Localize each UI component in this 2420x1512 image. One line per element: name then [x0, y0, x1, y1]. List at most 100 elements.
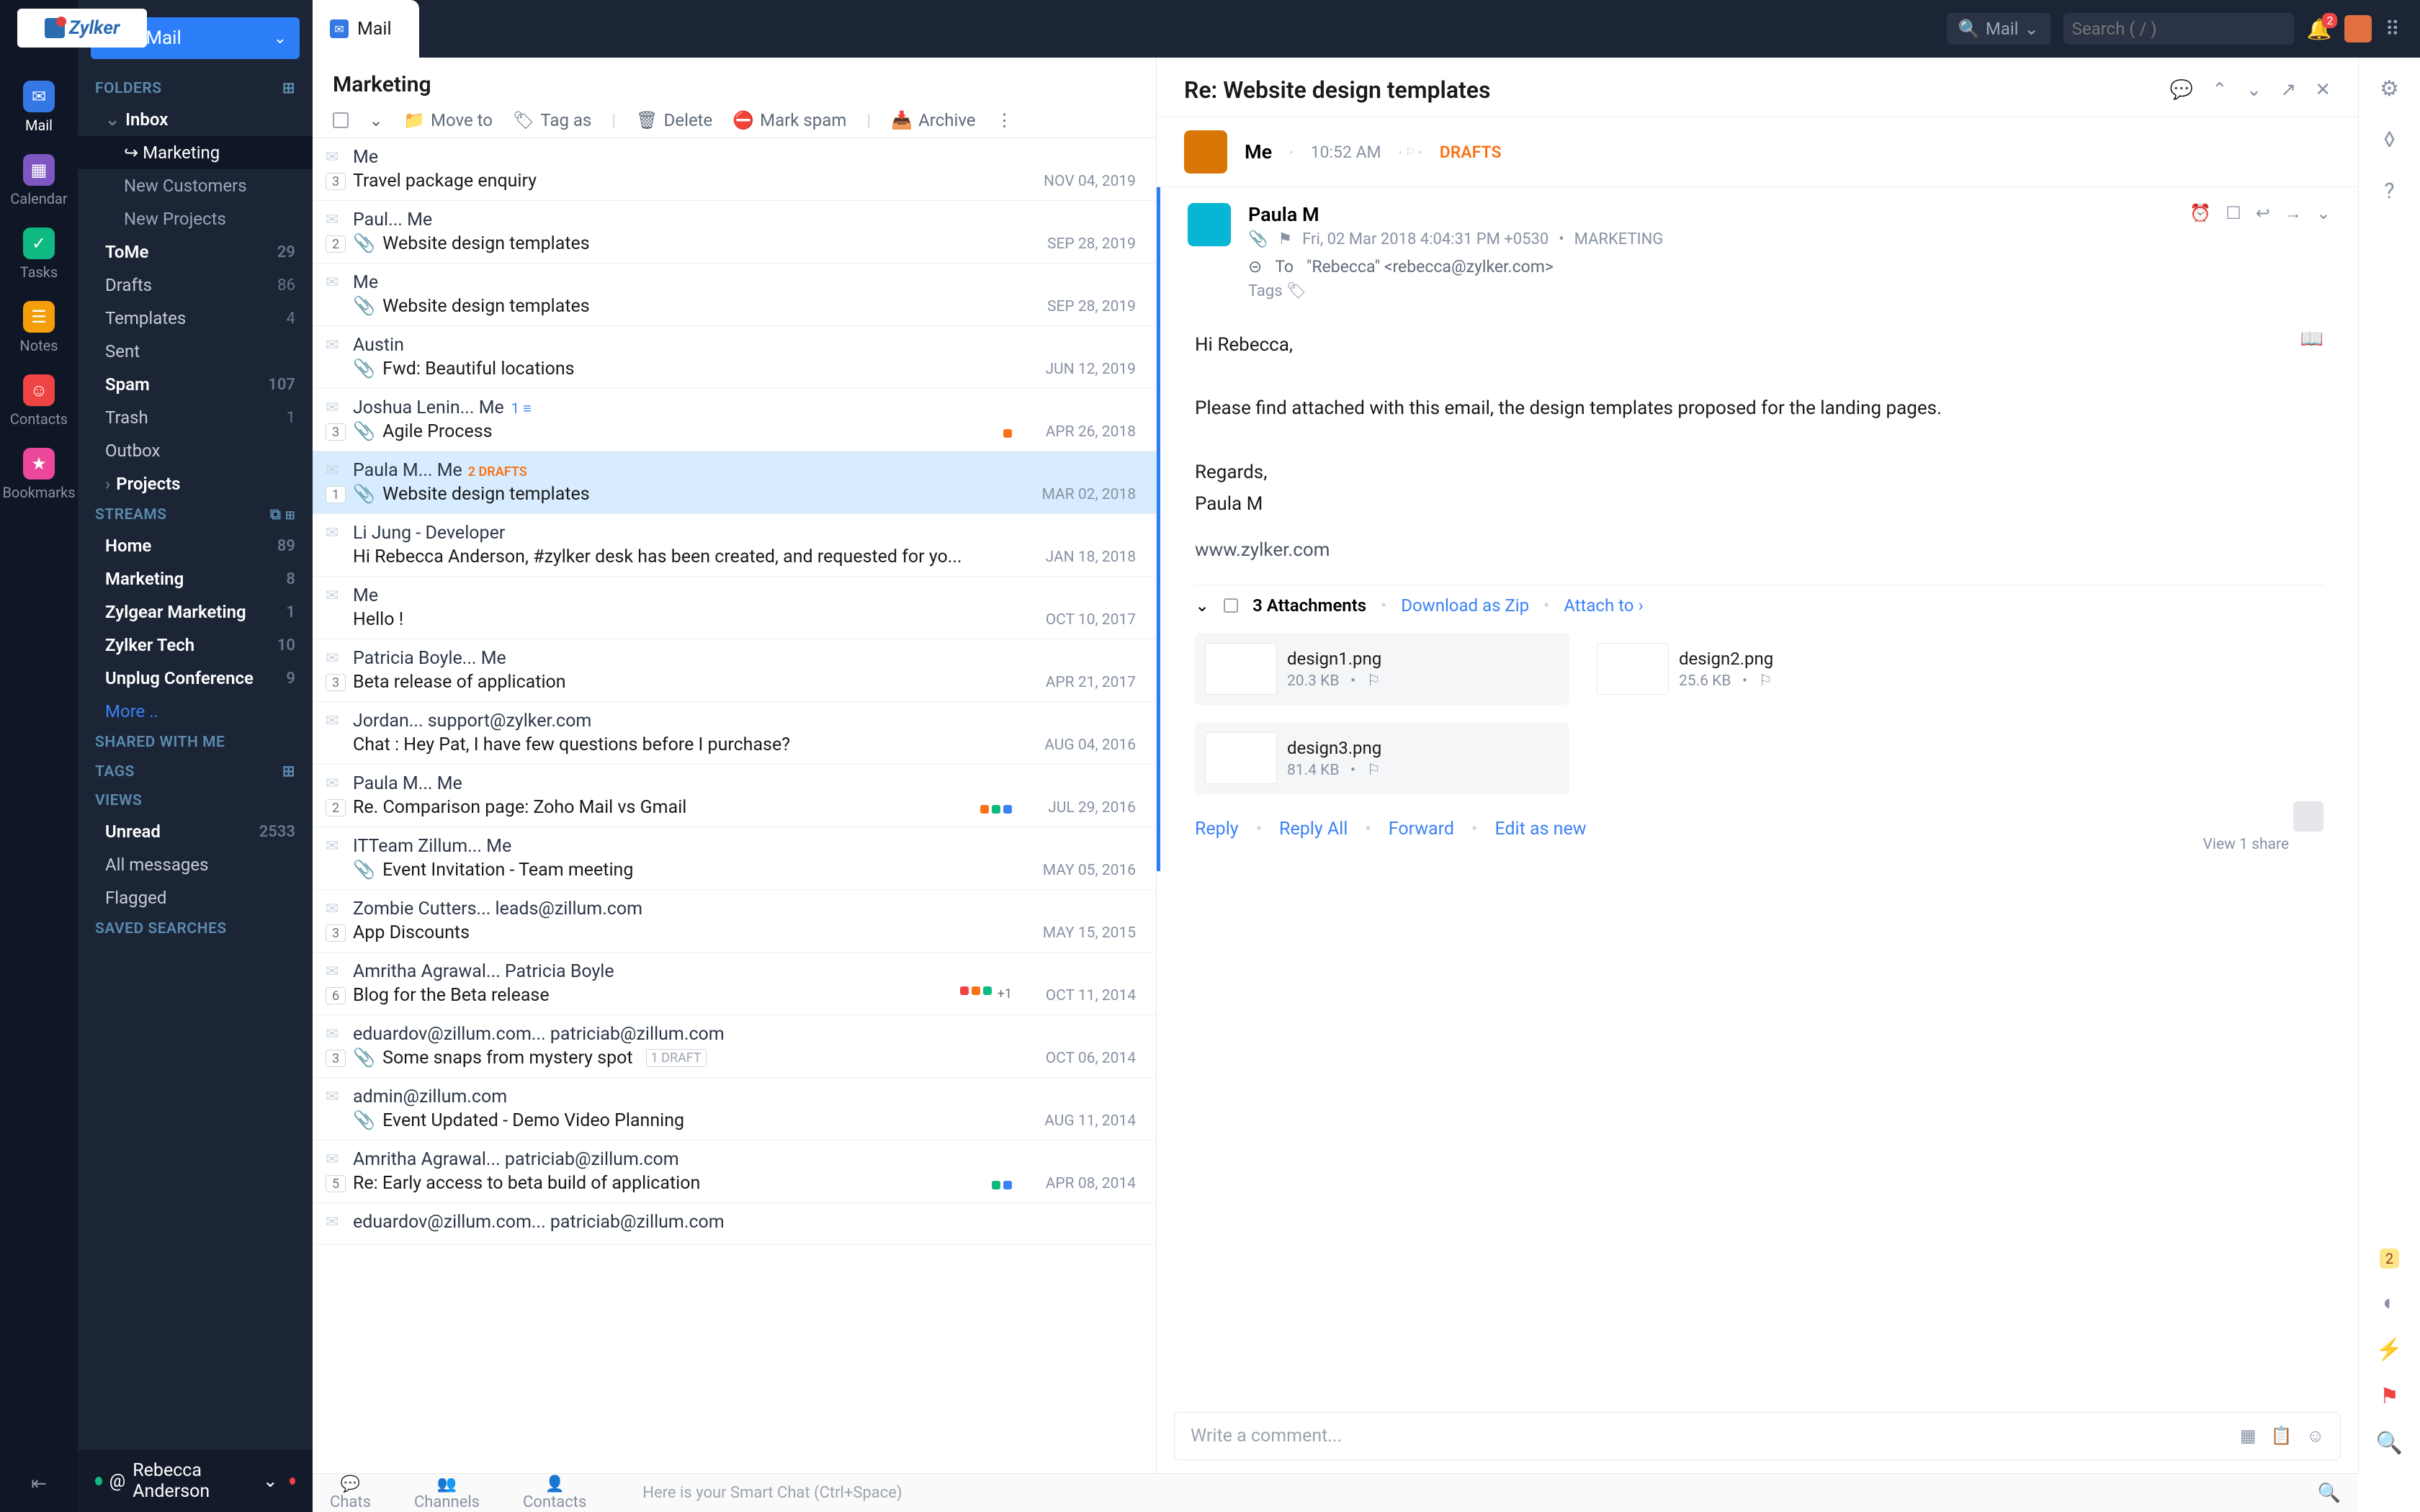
view-flagged[interactable]: Flagged — [78, 881, 313, 914]
add-folder-icon[interactable]: ⊞ — [282, 79, 295, 97]
folder-trash[interactable]: Trash1 — [78, 401, 313, 434]
folder-inbox[interactable]: ⌄Inbox — [78, 103, 313, 136]
folder-marketing[interactable]: ↪ Marketing — [78, 136, 313, 169]
help-icon[interactable]: ? — [2384, 179, 2394, 204]
mail-row[interactable]: ✉3Joshua Lenin... Me1 ≡📎Agile ProcessAPR… — [313, 389, 1156, 451]
gear-icon[interactable]: ⚙ — [2380, 76, 2399, 102]
close-icon[interactable]: ✕ — [2315, 79, 2331, 101]
bb-contacts[interactable]: 👤Contacts — [523, 1475, 586, 1511]
folder-tome[interactable]: ToMe29 — [78, 235, 313, 269]
attachment-card[interactable]: design2.png25.6 KB • ⚐ — [1587, 633, 1961, 705]
mail-row[interactable]: ✉1Paula M... Me2 DRAFTS📎Website design t… — [313, 451, 1156, 514]
mail-row[interactable]: ✉Jordan... support@zylker.comChat : Hey … — [313, 702, 1156, 765]
avatar[interactable] — [2344, 15, 2372, 42]
rail-bookmarks[interactable]: ★Bookmarks — [14, 438, 64, 511]
streams-more[interactable]: More .. — [78, 695, 313, 728]
mail-row[interactable]: ✉eduardov@zillum.com... patriciab@zillum… — [313, 1203, 1156, 1245]
prev-icon[interactable]: ⌃ — [2212, 79, 2228, 101]
stream-marketing[interactable]: Marketing8 — [78, 562, 313, 595]
book-icon[interactable]: 📖 — [2300, 323, 2323, 355]
reply-icon[interactable]: ↩ — [2256, 203, 2270, 224]
mail-row[interactable]: ⚑✉6Amritha Agrawal... Patricia BoyleBlog… — [313, 953, 1156, 1015]
collapse-icon[interactable]: ⇤ — [31, 1473, 47, 1495]
moveto-button[interactable]: 📁 Move to — [403, 110, 493, 130]
mail-row[interactable]: ✉3eduardov@zillum.com... patriciab@zillu… — [313, 1015, 1156, 1078]
rail-mail[interactable]: ✉Mail — [14, 71, 64, 144]
more-icon[interactable]: ⌄ — [2316, 203, 2331, 224]
bb-chats[interactable]: 💬Chats — [330, 1475, 371, 1511]
attach-to[interactable]: Attach to › — [1564, 595, 1643, 616]
stream-zylgear[interactable]: Zylgear Marketing1 — [78, 595, 313, 629]
reply-button[interactable]: Reply — [1195, 819, 1239, 840]
mail-row[interactable]: ⚑✉2Paula M... MeRe. Comparison page: Zoh… — [313, 765, 1156, 827]
folder-outbox[interactable]: Outbox — [78, 434, 313, 467]
mail-row[interactable]: ✉Li Jung - DeveloperHi Rebecca Anderson,… — [313, 514, 1156, 577]
remind-icon[interactable]: ⏰ — [2190, 203, 2211, 224]
attachment-card[interactable]: design3.png81.4 KB • ⚐ — [1195, 722, 1569, 794]
next-icon[interactable]: ⌄ — [2246, 79, 2262, 101]
view-unread[interactable]: Unread2533 — [78, 815, 313, 848]
mail-row[interactable]: ✉ITTeam Zillum... Me📎Event Invitation - … — [313, 827, 1156, 890]
bolt-icon[interactable]: ⚡ — [2376, 1337, 2403, 1362]
attachment-card[interactable]: design1.png20.3 KB • ⚐ — [1195, 633, 1569, 705]
add-tag-icon[interactable]: ⊞ — [282, 762, 295, 780]
flag-icon[interactable]: ⚑ — [2380, 1384, 2399, 1409]
apps-icon[interactable]: ◊ — [2384, 127, 2395, 153]
mail-row[interactable]: ✉3MeTravel package enquiryNOV 04, 2019 — [313, 138, 1156, 201]
search-scope[interactable]: 🔍 Mail ⌄ — [1947, 13, 2051, 45]
download-zip[interactable]: Download as Zip — [1401, 595, 1529, 616]
view-all[interactable]: All messages — [78, 848, 313, 881]
mail-row[interactable]: ✉MeHello !OCT 10, 2017 — [313, 577, 1156, 639]
folder-new-projects[interactable]: New Projects — [78, 202, 313, 235]
stream-home[interactable]: Home89 — [78, 529, 313, 562]
bb-channels[interactable]: 👥Channels — [414, 1475, 480, 1511]
badge-count[interactable]: 2 — [2380, 1248, 2399, 1269]
draft-row[interactable]: Me • 10:52 AM • ⚐ • DRAFTS — [1157, 117, 2358, 187]
circle-icon[interactable]: ◐ — [2383, 1290, 2396, 1315]
archive-button[interactable]: 📥 Archive — [891, 110, 975, 130]
folder-new-customers[interactable]: New Customers — [78, 169, 313, 202]
mail-row[interactable]: ✉Me📎Website design templatesSEP 28, 2019 — [313, 264, 1156, 326]
current-user[interactable]: @ Rebecca Anderson ⌄ — [78, 1450, 313, 1512]
mail-row[interactable]: ⚑✉5Amritha Agrawal... patriciab@zillum.c… — [313, 1140, 1156, 1203]
view-shares[interactable]: View 1 share — [2203, 836, 2290, 853]
folder-spam[interactable]: Spam107 — [78, 368, 313, 401]
stream-unplug[interactable]: Unplug Conference9 — [78, 662, 313, 695]
select-all-att[interactable] — [1224, 598, 1238, 613]
stream-zylker-tech[interactable]: Zylker Tech10 — [78, 629, 313, 662]
rail-calendar[interactable]: ▦Calendar — [14, 144, 64, 217]
bb-search-icon[interactable]: 🔍 — [2318, 1482, 2341, 1504]
popout-icon[interactable]: ↗ — [2280, 79, 2296, 101]
comment-input[interactable]: Write a comment... ▦ 📋 ☺ — [1174, 1412, 2341, 1460]
select-all-checkbox[interactable] — [333, 112, 349, 128]
rail-notes[interactable]: ☰Notes — [14, 291, 64, 364]
task-icon[interactable]: ☐ — [2226, 203, 2241, 224]
bell-icon[interactable]: 🔔2 — [2307, 17, 2332, 41]
mail-row[interactable]: ✉2Paul... Me📎Website design templatesSEP… — [313, 201, 1156, 264]
mail-row[interactable]: ✉3Patricia Boyle... MeBeta release of ap… — [313, 639, 1156, 702]
clipboard-icon[interactable]: 📋 — [2271, 1426, 2293, 1446]
folder-projects[interactable]: ›Projects — [78, 467, 313, 500]
tagas-button[interactable]: 🏷 Tag as — [513, 110, 591, 130]
mail-row[interactable]: ✉admin@zillum.com📎Event Updated - Demo V… — [313, 1078, 1156, 1140]
more-icon[interactable]: ⋮ — [996, 110, 1013, 130]
rail-tasks[interactable]: ✓Tasks — [14, 217, 64, 291]
delete-button[interactable]: 🗑 Delete — [636, 110, 712, 130]
streams-actions-icon[interactable]: ⧉ ⊞ — [270, 506, 295, 523]
replyall-button[interactable]: Reply All — [1279, 819, 1348, 840]
tab-mail[interactable]: ✉Mail — [313, 0, 419, 58]
search-icon[interactable]: 🔍 — [2376, 1431, 2403, 1456]
markspam-button[interactable]: ⛔ Mark spam — [732, 110, 846, 130]
forward-button[interactable]: Forward — [1389, 819, 1454, 840]
rail-contacts[interactable]: ☺Contacts — [14, 364, 64, 438]
chat-icon[interactable]: 💬 — [2169, 79, 2192, 101]
search-input[interactable] — [2063, 13, 2294, 45]
mail-row[interactable]: ⚑✉3Zombie Cutters... leads@zillum.comApp… — [313, 890, 1156, 953]
flag-icon[interactable]: ⚑ — [1278, 230, 1292, 248]
forward-icon[interactable]: → — [2285, 203, 2302, 224]
apps-icon[interactable]: ⠿ — [2385, 17, 2400, 41]
emoji-icon[interactable]: ☺ — [2306, 1426, 2324, 1446]
folder-drafts[interactable]: Drafts86 — [78, 269, 313, 302]
editnew-button[interactable]: Edit as new — [1494, 819, 1586, 840]
insert-icon[interactable]: ▦ — [2240, 1426, 2257, 1446]
